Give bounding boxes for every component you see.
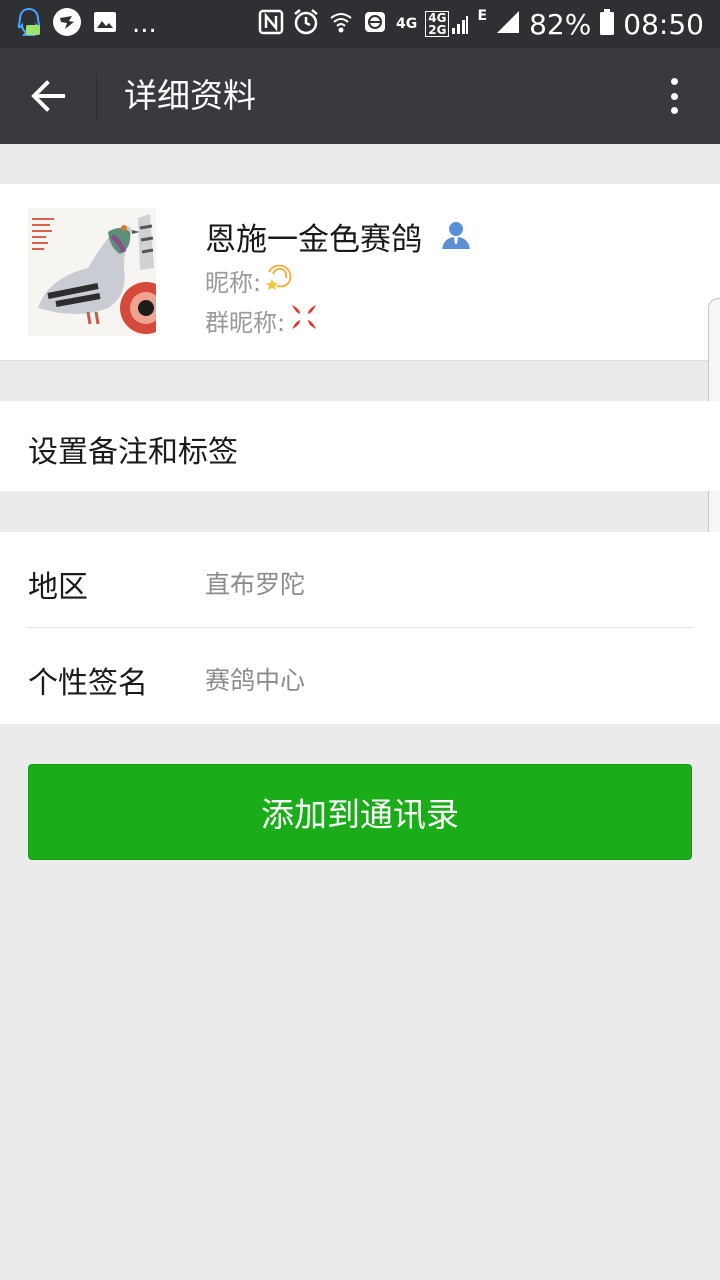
nickname-label: 昵称: (205, 268, 262, 297)
network-e-label: E (477, 8, 488, 24)
profile-name: 恩施一金色赛鸽 (205, 222, 422, 258)
signature-row: 个性签名 赛鸽中心 (0, 628, 720, 724)
region-row: 地区 直布罗陀 (0, 532, 720, 628)
network-4g-label: 4G (396, 16, 418, 32)
pigeon-avatar-image (28, 208, 156, 336)
signature-label: 个性签名 (28, 666, 148, 701)
bird-app-icon (52, 7, 82, 41)
more-dot-icon (670, 78, 678, 85)
profile-card: 恩施一金色赛鸽 昵称: 群昵称: (0, 184, 720, 361)
status-bar-system: 4G 4G 2G E 82% 08:50 (258, 6, 704, 42)
status-overflow-text: ... (132, 9, 157, 39)
status-bar-notifications: ... (16, 7, 157, 41)
status-bar: ... 4G 4G 2G E 82% 08:50 (0, 0, 720, 48)
group-nickname-label: 群昵称: (205, 308, 286, 337)
avatar[interactable] (28, 208, 156, 336)
qq-notification-icon (16, 7, 42, 41)
network-2g-bottom-label: 2G (428, 23, 447, 37)
dual-sim-signal-icon: 4G 2G (425, 11, 469, 37)
profile-info-group: 地区 直布罗陀 个性签名 赛鸽中心 (0, 532, 720, 724)
region-label: 地区 (28, 570, 88, 605)
app-bar: 详细资料 (0, 48, 720, 144)
set-remark-label: 设置备注和标签 (28, 435, 238, 470)
data-saver-icon (362, 9, 388, 39)
battery-icon (599, 8, 615, 40)
add-to-contacts-button[interactable]: 添加到通讯录 (28, 764, 692, 860)
nfc-icon (258, 9, 284, 39)
wifi-icon (328, 9, 354, 39)
nickname-row: 昵称: (205, 262, 295, 298)
profile-name-row: 恩施一金色赛鸽 (205, 214, 472, 259)
more-dot-icon (670, 107, 678, 114)
more-options-button[interactable] (654, 74, 694, 118)
app-bar-divider (96, 74, 97, 120)
set-remark-and-tags-row[interactable]: 设置备注和标签 (0, 401, 720, 491)
anger-symbol-emoji-icon (289, 302, 319, 338)
person-icon (440, 220, 472, 254)
more-dot-icon (670, 92, 678, 100)
back-arrow-icon (31, 80, 65, 112)
back-button[interactable] (20, 70, 76, 122)
image-icon (92, 9, 118, 39)
alarm-icon (292, 8, 320, 40)
page-title: 详细资料 (124, 76, 256, 115)
region-value: 直布罗陀 (205, 570, 306, 599)
battery-percent: 82% (529, 7, 592, 41)
signature-value: 赛鸽中心 (205, 666, 306, 695)
clock: 08:50 (623, 7, 704, 41)
signal-strength-icon (495, 9, 521, 39)
group-nickname-row: 群昵称: (205, 302, 319, 338)
dizzy-star-emoji-icon (265, 262, 295, 298)
